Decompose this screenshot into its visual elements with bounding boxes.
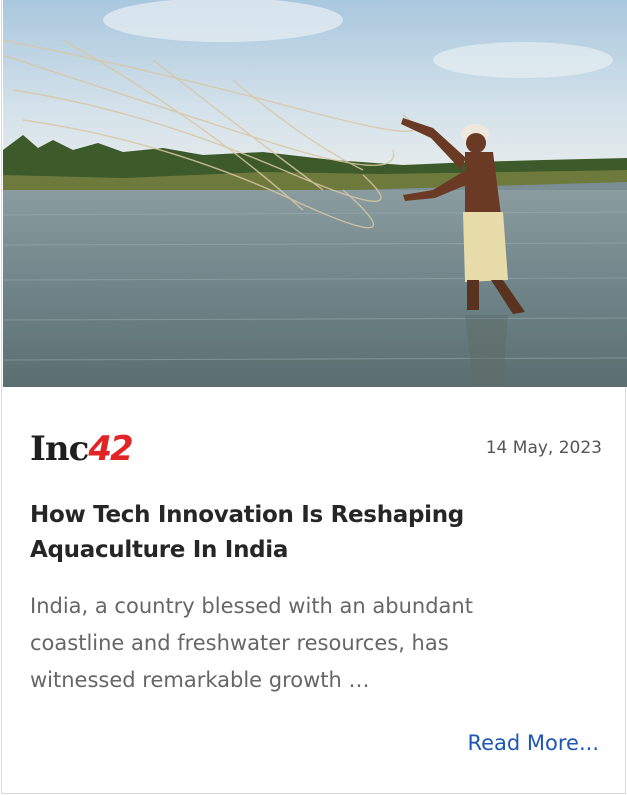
excerpt-line: coastline and freshwater resources, has (30, 631, 449, 655)
article-hero-image[interactable] (3, 0, 627, 387)
logo-number: 42 (88, 429, 133, 469)
excerpt-line: witnessed remarkable growth … (30, 668, 370, 692)
excerpt-line: India, a country blessed with an abundan… (30, 594, 473, 618)
article-card[interactable]: Inc42 14 May, 2023 How Tech Innovation I… (1, 0, 627, 794)
publish-date: 14 May, 2023 (485, 438, 602, 458)
read-more-link[interactable]: Read More... (467, 731, 599, 755)
source-logo[interactable]: Inc42 (30, 429, 134, 469)
article-title[interactable]: How Tech Innovation Is Reshaping Aquacul… (30, 498, 590, 568)
title-line: Aquaculture In India (30, 537, 289, 563)
title-line: How Tech Innovation Is Reshaping (30, 502, 464, 528)
fisherman-photo (3, 0, 627, 387)
logo-wordmark: Inc (30, 429, 89, 469)
article-excerpt: India, a country blessed with an abundan… (30, 588, 600, 699)
article-meta: Inc42 14 May, 2023 (30, 430, 602, 470)
